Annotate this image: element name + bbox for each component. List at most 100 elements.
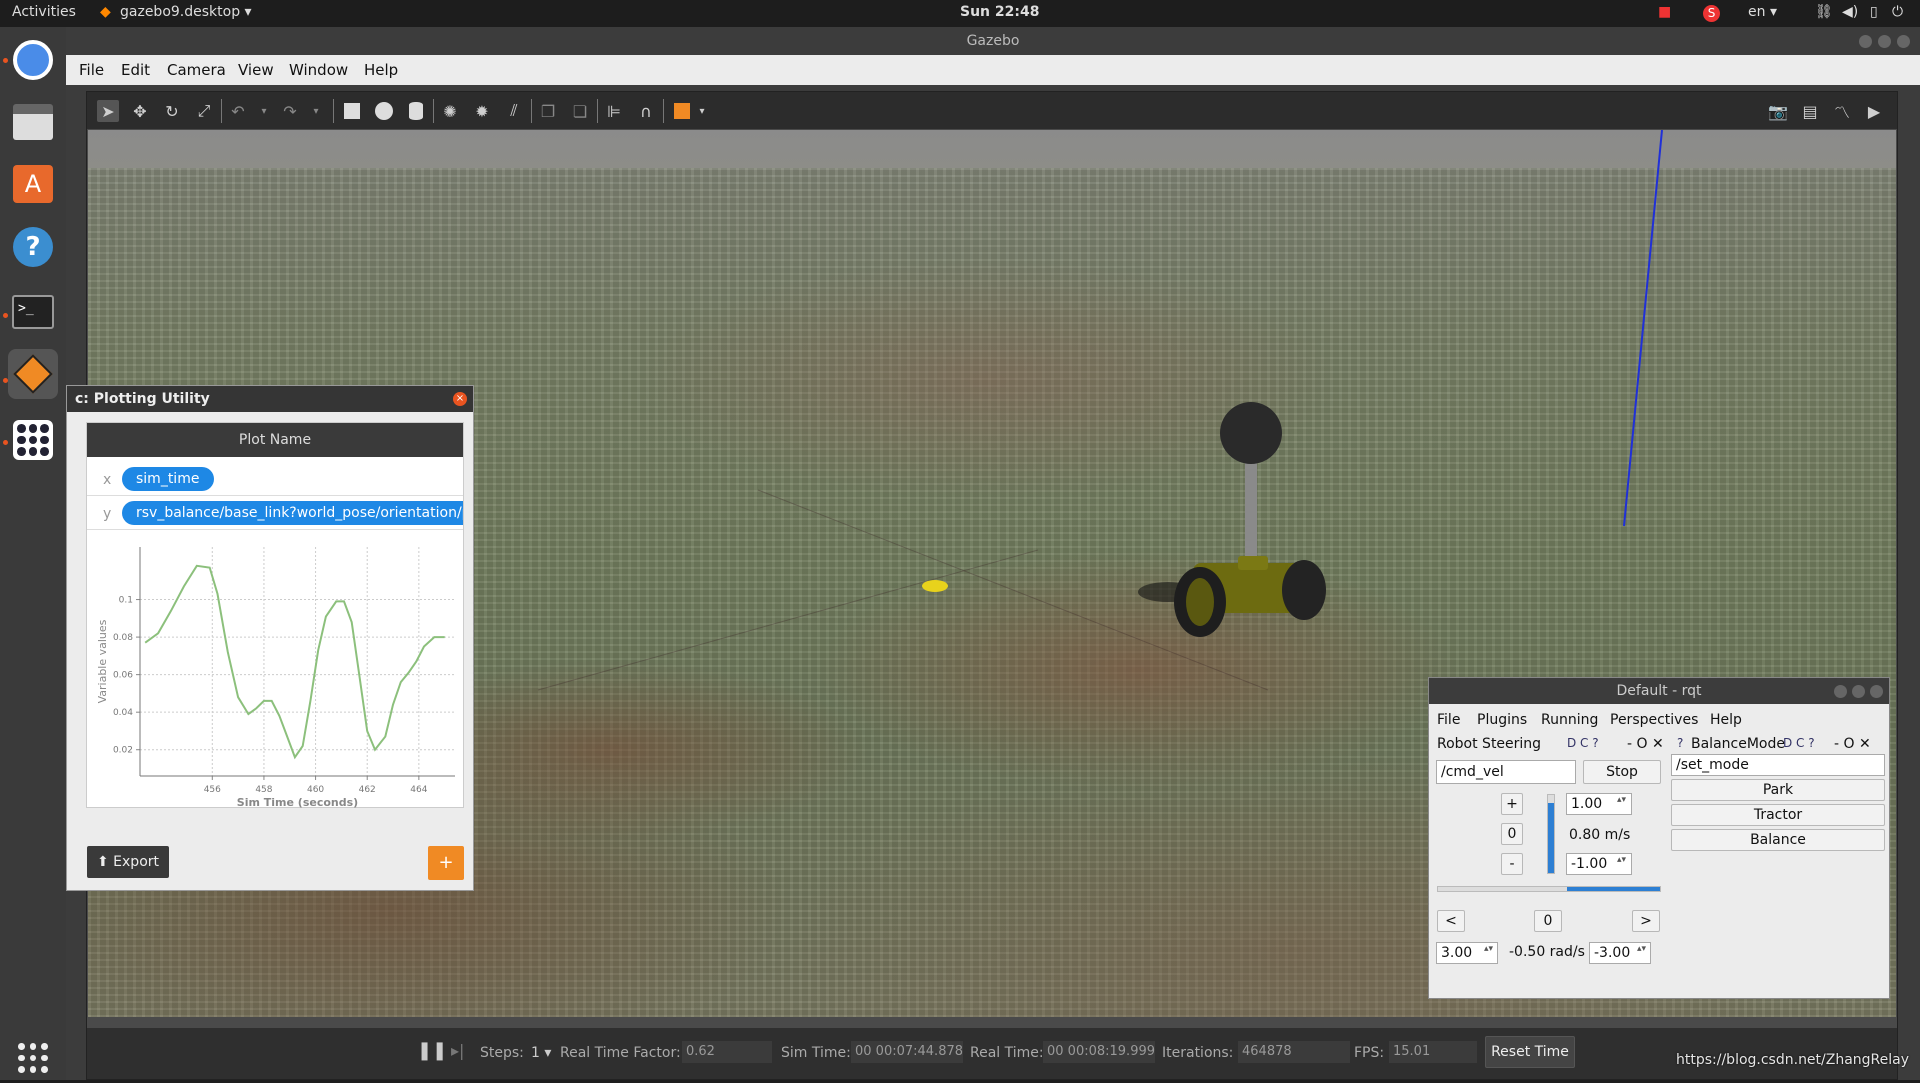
snap-icon[interactable]: ∩ bbox=[635, 100, 657, 122]
steering-window-icons[interactable]: - O ✕ bbox=[1627, 736, 1664, 752]
rqt-menu-file[interactable]: File bbox=[1437, 712, 1460, 728]
rotate-mode-icon[interactable]: ↻ bbox=[161, 100, 183, 122]
menu-file[interactable]: File bbox=[79, 61, 104, 79]
linear-minus-button[interactable]: - bbox=[1501, 853, 1523, 875]
plot-name-header[interactable]: Plot Name bbox=[87, 423, 463, 457]
set-mode-service-field[interactable]: /set_mode bbox=[1671, 754, 1885, 776]
balance-button[interactable]: Balance bbox=[1671, 829, 1885, 851]
language-menu[interactable]: en ▾ bbox=[1748, 4, 1777, 20]
spot-light-icon[interactable]: ✹ bbox=[471, 100, 493, 122]
turn-right-button[interactable]: > bbox=[1632, 910, 1660, 932]
files-icon[interactable] bbox=[8, 97, 58, 147]
linear-slider[interactable] bbox=[1547, 794, 1555, 874]
point-light-icon[interactable]: ✺ bbox=[439, 100, 461, 122]
undo-history-icon[interactable]: ▾ bbox=[253, 100, 275, 122]
turn-left-button[interactable]: < bbox=[1437, 910, 1465, 932]
box-shape-icon[interactable] bbox=[341, 100, 363, 122]
balance-help-icon[interactable]: ? bbox=[1677, 736, 1683, 750]
record-icon[interactable]: ■ bbox=[1658, 4, 1671, 20]
plot-chart[interactable]: 456 458 460 462 464 0.02 0.04 0.06 0.08 0.1 Sim Ti… bbox=[87, 533, 463, 823]
undo-icon[interactable]: ↶ bbox=[227, 100, 249, 122]
menu-edit[interactable]: Edit bbox=[121, 61, 150, 79]
network-icon[interactable]: ⛓ bbox=[1815, 4, 1833, 20]
log-icon[interactable]: ▤ bbox=[1799, 100, 1821, 122]
menu-camera[interactable]: Camera bbox=[167, 61, 226, 79]
reset-time-button[interactable]: Reset Time bbox=[1485, 1036, 1575, 1068]
step-icon[interactable]: ▸| bbox=[451, 1041, 464, 1060]
linear-plus-button[interactable]: + bbox=[1501, 793, 1523, 815]
min-angular-spin-icon[interactable]: ▴▾ bbox=[1637, 944, 1646, 954]
plot-icon[interactable]: 〽 bbox=[1831, 100, 1853, 122]
add-plot-button[interactable]: + bbox=[428, 846, 464, 880]
show-apps-icon[interactable] bbox=[8, 1033, 58, 1083]
sphere-shape-icon[interactable] bbox=[373, 100, 395, 122]
menu-view[interactable]: View bbox=[238, 61, 274, 79]
park-button[interactable]: Park bbox=[1671, 779, 1885, 801]
y-tick-label: 0.06 bbox=[113, 671, 133, 681]
sogou-icon[interactable]: S bbox=[1703, 5, 1720, 22]
copy-icon[interactable]: ❐ bbox=[537, 100, 559, 122]
plot-close-icon[interactable]: × bbox=[453, 392, 467, 406]
y-tick-label: 0.02 bbox=[113, 746, 133, 756]
y-topic-chip[interactable]: rsv_balance/base_link?world_pose/orienta… bbox=[122, 501, 463, 525]
video-record-icon[interactable]: ▶ bbox=[1863, 100, 1885, 122]
cylinder-shape-icon[interactable] bbox=[405, 100, 427, 122]
redo-history-icon[interactable]: ▾ bbox=[305, 100, 327, 122]
rqt-menu-running[interactable]: Running bbox=[1541, 712, 1598, 728]
export-button[interactable]: ⬆ Export bbox=[87, 846, 169, 878]
stop-button[interactable]: Stop bbox=[1583, 760, 1661, 784]
close-button[interactable] bbox=[1897, 35, 1910, 48]
max-linear-spin-icon[interactable]: ▴▾ bbox=[1617, 795, 1626, 805]
align-icon[interactable]: ⊫ bbox=[603, 100, 625, 122]
rqt-close-button[interactable] bbox=[1870, 685, 1883, 698]
rqt-menu-perspectives[interactable]: Perspectives bbox=[1610, 712, 1698, 728]
balance-window-icons[interactable]: - O ✕ bbox=[1834, 736, 1871, 752]
gazebo-statusbar: ❚❚ ▸| Steps: 1 ▾ Real Time Factor: 0.62 … bbox=[87, 1028, 1897, 1079]
chrome-icon[interactable] bbox=[8, 35, 58, 85]
steps-value[interactable]: 1 ▾ bbox=[531, 1045, 551, 1061]
battery-icon[interactable]: ▯ bbox=[1870, 4, 1878, 20]
minimize-button[interactable] bbox=[1859, 35, 1872, 48]
volume-icon[interactable]: ◀) bbox=[1842, 4, 1858, 20]
x-topic-chip[interactable]: sim_time bbox=[122, 467, 214, 491]
maximize-button[interactable] bbox=[1878, 35, 1891, 48]
steering-dock-icons[interactable]: D C ? bbox=[1567, 736, 1599, 750]
app-menu[interactable]: gazebo9.desktop ▾ bbox=[120, 4, 252, 20]
toolbar-separator bbox=[531, 99, 532, 123]
balance-dock-icons[interactable]: D C ? bbox=[1783, 736, 1815, 750]
tractor-button[interactable]: Tractor bbox=[1671, 804, 1885, 826]
cmd-vel-topic-field[interactable]: /cmd_vel bbox=[1436, 760, 1576, 784]
clock[interactable]: Sun 22:48 bbox=[960, 4, 1039, 20]
min-linear-spin-icon[interactable]: ▴▾ bbox=[1617, 855, 1626, 865]
translate-mode-icon[interactable]: ✥ bbox=[129, 100, 151, 122]
paste-icon[interactable]: ❏ bbox=[569, 100, 591, 122]
view-angle-icon[interactable] bbox=[671, 100, 693, 122]
rqt-menu-plugins[interactable]: Plugins bbox=[1477, 712, 1527, 728]
screenshot-icon[interactable]: 📷 bbox=[1767, 100, 1789, 122]
angular-slider[interactable] bbox=[1437, 886, 1661, 892]
rqt-menu-help[interactable]: Help bbox=[1710, 712, 1742, 728]
gazebo-icon[interactable] bbox=[8, 349, 58, 399]
view-angle-menu-icon[interactable]: ▾ bbox=[691, 100, 713, 122]
power-icon[interactable]: ⏻ bbox=[1892, 4, 1903, 20]
x-tick-label: 456 bbox=[204, 785, 221, 795]
rqt-minimize-button[interactable] bbox=[1834, 685, 1847, 698]
balance-robot[interactable] bbox=[1138, 402, 1326, 637]
redo-icon[interactable]: ↷ bbox=[279, 100, 301, 122]
software-icon[interactable]: A bbox=[8, 159, 58, 209]
max-angular-spin-icon[interactable]: ▴▾ bbox=[1484, 944, 1493, 954]
menu-help[interactable]: Help bbox=[364, 61, 398, 79]
rqt-maximize-button[interactable] bbox=[1852, 685, 1865, 698]
scale-mode-icon[interactable]: ⤢ bbox=[193, 100, 215, 122]
linear-zero-button[interactable]: 0 bbox=[1501, 823, 1523, 845]
directional-light-icon[interactable]: ⫽ bbox=[503, 100, 525, 122]
select-mode-icon[interactable]: ➤ bbox=[97, 100, 119, 122]
help-icon[interactable]: ? bbox=[8, 222, 58, 272]
menu-window[interactable]: Window bbox=[289, 61, 348, 79]
rqt-icon[interactable] bbox=[8, 415, 58, 465]
activities-button[interactable]: Activities bbox=[12, 4, 76, 20]
x-axis-label: Sim Time (seconds) bbox=[237, 796, 358, 809]
pause-icon[interactable]: ❚❚ bbox=[417, 1040, 447, 1061]
angular-zero-button[interactable]: 0 bbox=[1534, 910, 1562, 932]
terminal-icon[interactable]: >_ bbox=[8, 287, 58, 337]
